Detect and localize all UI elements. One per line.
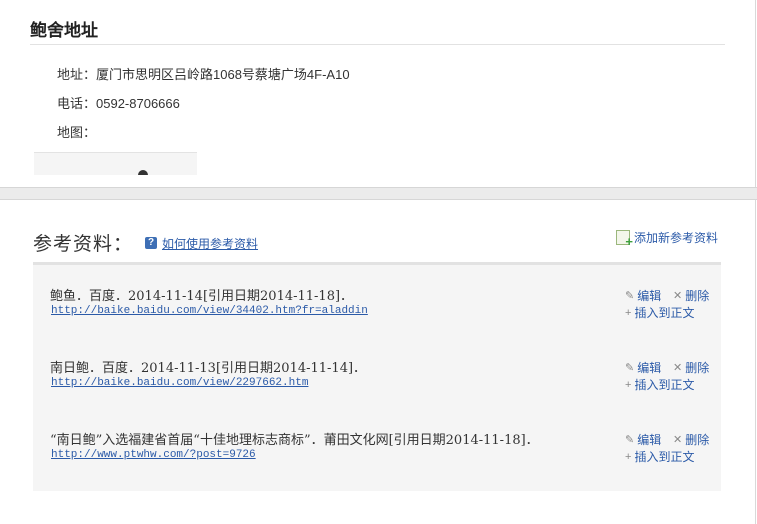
delete-button[interactable]: ✕ 删除: [673, 431, 709, 448]
divider: [30, 44, 725, 45]
address-section: 鲍舍地址 地址：厦门市思明区吕岭路1068号蔡塘广场4F-A10 电话：0592…: [0, 0, 756, 187]
plus-icon: +: [625, 378, 632, 391]
reference-list: 鲍鱼．百度．2014-11-14[引用日期2014-11-18]． http:/…: [33, 262, 721, 491]
add-reference-button[interactable]: 添加新参考资料: [616, 228, 719, 249]
reference-url[interactable]: http://www.ptwhw.com/?post=9726: [51, 449, 256, 461]
reference-url[interactable]: http://baike.baidu.com/view/2297662.htm: [51, 377, 308, 389]
map-preview[interactable]: [34, 152, 197, 175]
list-item: 鲍鱼．百度．2014-11-14[引用日期2014-11-18]． http:/…: [33, 285, 721, 335]
address-value: 厦门市思明区吕岭路1068号蔡塘广场4F-A10: [96, 67, 350, 82]
insert-button[interactable]: + 插入到正文: [625, 304, 694, 321]
pencil-icon: ✎: [625, 362, 635, 374]
x-icon: ✕: [673, 362, 683, 374]
x-icon: ✕: [673, 290, 683, 302]
phone-value: 0592-8706666: [96, 96, 180, 111]
insert-button[interactable]: + 插入到正文: [625, 376, 694, 393]
help-link[interactable]: 如何使用参考资料: [162, 235, 258, 252]
phone-label: 电话：: [57, 96, 97, 111]
section-separator: [0, 187, 757, 200]
section-title: 鲍舍地址: [30, 21, 98, 40]
question-icon[interactable]: ?: [145, 237, 157, 249]
reference-text: “南日鲍”入选福建省首届“十佳地理标志商标”．莆田文化网[引用日期2014-11…: [50, 433, 539, 448]
add-document-icon: [616, 229, 633, 249]
address-label: 地址：: [57, 67, 97, 82]
plus-icon: +: [625, 306, 632, 319]
x-icon: ✕: [673, 434, 683, 446]
references-section: 参考资料： ? 如何使用参考资料 添加新参考资料 鲍鱼．百度．2014-11-1…: [0, 200, 756, 524]
add-reference-label: 添加新参考资料: [634, 230, 719, 245]
delete-button[interactable]: ✕ 删除: [673, 287, 709, 304]
pencil-icon: ✎: [625, 434, 635, 446]
reference-text: 鲍鱼．百度．2014-11-14[引用日期2014-11-18]．: [50, 289, 354, 304]
map-label: 地图：: [57, 125, 97, 140]
list-item: “南日鲍”入选福建省首届“十佳地理标志商标”．莆田文化网[引用日期2014-11…: [33, 429, 721, 479]
edit-button[interactable]: ✎ 编辑: [625, 287, 661, 304]
edit-button[interactable]: ✎ 编辑: [625, 359, 661, 376]
references-title: 参考资料：: [33, 233, 134, 255]
pencil-icon: ✎: [625, 290, 635, 302]
list-item: 南日鲍．百度．2014-11-13[引用日期2014-11-14]． http:…: [33, 357, 721, 407]
map-marker-icon: [138, 170, 148, 175]
reference-url[interactable]: http://baike.baidu.com/view/34402.htm?fr…: [51, 305, 368, 317]
phone-row: 电话：0592-8706666: [57, 93, 180, 112]
map-row: 地图：: [57, 122, 96, 141]
reference-text: 南日鲍．百度．2014-11-13[引用日期2014-11-14]．: [50, 361, 367, 376]
delete-button[interactable]: ✕ 删除: [673, 359, 709, 376]
insert-button[interactable]: + 插入到正文: [625, 448, 694, 465]
edit-button[interactable]: ✎ 编辑: [625, 431, 661, 448]
address-row: 地址：厦门市思明区吕岭路1068号蔡塘广场4F-A10: [57, 64, 350, 83]
plus-icon: +: [625, 450, 632, 463]
